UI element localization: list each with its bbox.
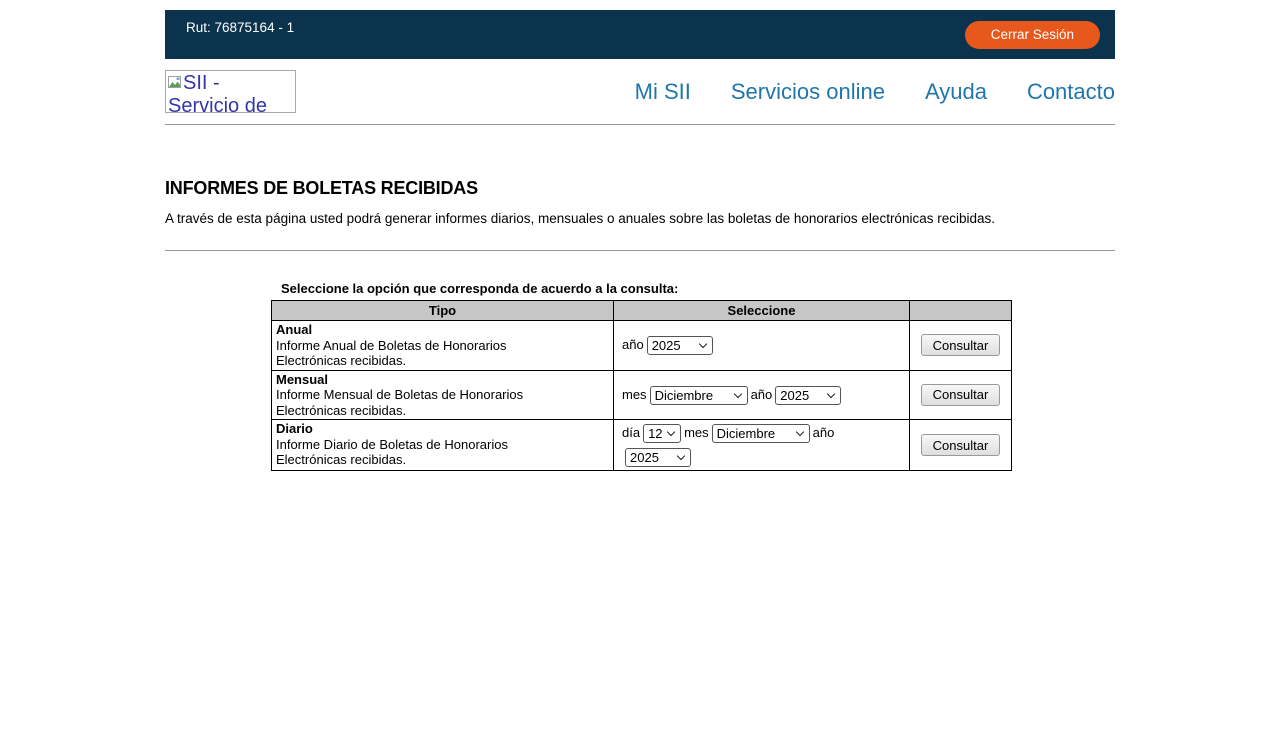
table-row-mensual: Mensual Informe Mensual de Boletas de Ho…: [272, 370, 1012, 420]
header-seleccione: Seleccione: [614, 301, 910, 321]
logout-button[interactable]: Cerrar Sesión: [965, 21, 1100, 49]
rut-label: Rut: 76875164 - 1: [186, 20, 294, 35]
diario-year-label: año: [813, 425, 835, 440]
diario-year-select[interactable]: 2025: [625, 448, 691, 467]
page-title: INFORMES DE BOLETAS RECIBIDAS: [165, 178, 1115, 199]
consultar-diario-button[interactable]: Consultar: [921, 434, 1000, 456]
row-title-diario: Diario: [276, 421, 609, 437]
page-container: Rut: 76875164 - 1 Cerrar Sesión SII - Se…: [165, 10, 1115, 471]
row-title-anual: Anual: [276, 322, 609, 338]
table-header-row: Tipo Seleccione: [272, 301, 1012, 321]
session-topbar: Rut: 76875164 - 1 Cerrar Sesión: [165, 10, 1115, 59]
chevron-down-icon: [827, 390, 835, 398]
consultar-anual-button[interactable]: Consultar: [921, 334, 1000, 356]
chevron-down-icon: [795, 428, 803, 436]
header-action: [910, 301, 1012, 321]
diario-month-select[interactable]: Diciembre: [712, 424, 810, 443]
table-row-diario: Diario Informe Diario de Boletas de Hono…: [272, 420, 1012, 471]
chevron-down-icon: [698, 340, 706, 348]
row-title-mensual: Mensual: [276, 372, 609, 388]
nav-link-servicios-online[interactable]: Servicios online: [731, 79, 885, 105]
chevron-down-icon: [677, 452, 685, 460]
form-instruction: Seleccione la opción que corresponda de …: [281, 281, 1115, 296]
content-divider: [165, 250, 1115, 251]
header-tipo: Tipo: [272, 301, 614, 321]
row-description-diario: Informe Diario de Boletas de Honorarios …: [276, 437, 576, 468]
nav-link-ayuda[interactable]: Ayuda: [925, 79, 987, 105]
anual-year-label: año: [622, 337, 644, 352]
mensual-month-label: mes: [622, 387, 647, 402]
page-description: A través de esta página usted podrá gene…: [165, 211, 1115, 226]
row-description-mensual: Informe Mensual de Boletas de Honorarios…: [276, 387, 576, 418]
row-description-anual: Informe Anual de Boletas de Honorarios E…: [276, 338, 576, 369]
nav-link-contacto[interactable]: Contacto: [1027, 79, 1115, 105]
report-form-section: Seleccione la opción que corresponda de …: [271, 281, 1115, 471]
chevron-down-icon: [733, 390, 741, 398]
mensual-year-label: año: [751, 387, 773, 402]
sii-logo-link[interactable]: SII - Servicio de: [165, 70, 296, 113]
header-divider: [165, 124, 1115, 125]
nav-link-mi-sii[interactable]: Mi SII: [635, 79, 691, 105]
report-options-table: Tipo Seleccione Anual Informe Anual de B…: [271, 300, 1012, 471]
table-row-anual: Anual Informe Anual de Boletas de Honora…: [272, 321, 1012, 371]
main-nav: Mi SII Servicios online Ayuda Contacto: [635, 79, 1115, 105]
mensual-year-select[interactable]: 2025: [775, 386, 841, 405]
broken-image-icon: [168, 72, 182, 95]
mensual-month-select[interactable]: Diciembre: [650, 386, 748, 405]
diario-day-label: día: [622, 425, 640, 440]
anual-year-select[interactable]: 2025: [647, 336, 713, 355]
logo-alt-text: SII - Servicio de: [168, 72, 267, 113]
consultar-mensual-button[interactable]: Consultar: [921, 384, 1000, 406]
chevron-down-icon: [667, 428, 675, 436]
diario-month-label: mes: [684, 425, 709, 440]
site-header: SII - Servicio de Mi SII Servicios onlin…: [165, 59, 1115, 124]
diario-day-select[interactable]: 12: [643, 424, 681, 443]
